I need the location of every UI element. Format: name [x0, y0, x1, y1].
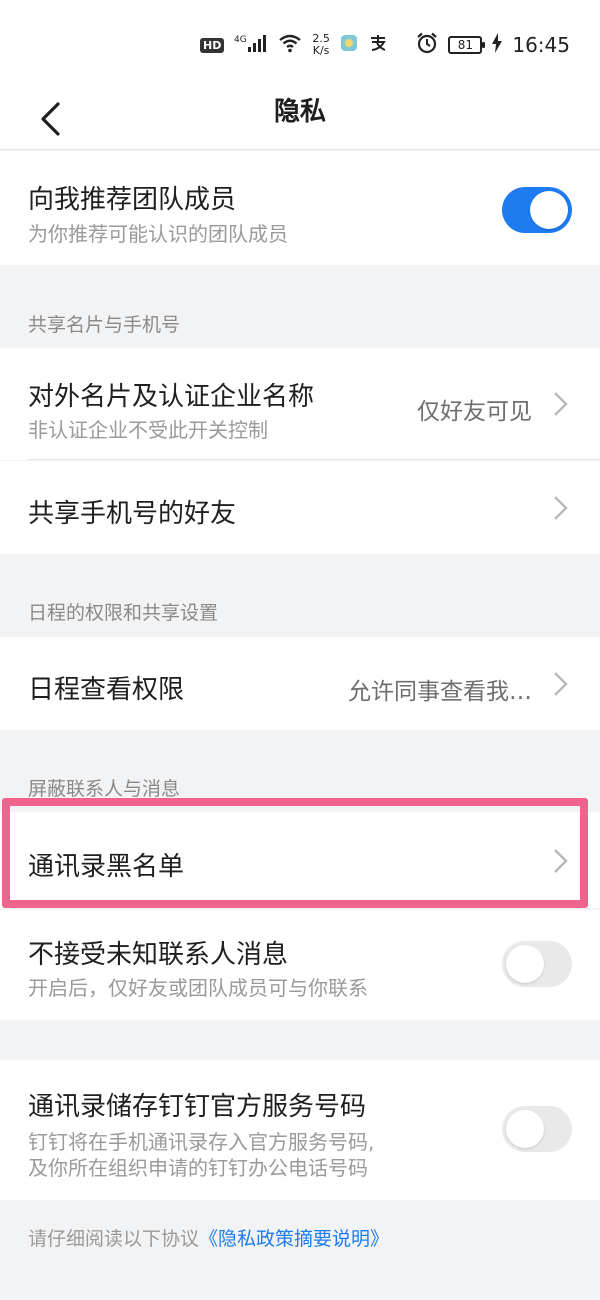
network-speed-unit: K/s [312, 44, 330, 57]
setting-subtitle: 非认证企业不受此开关控制 [28, 418, 268, 442]
back-button[interactable] [30, 96, 70, 142]
setting-external-card[interactable]: 对外名片及认证企业名称 非认证企业不受此开关控制 仅好友可见 [0, 348, 600, 460]
setting-reject-unknown-contacts: 不接受未知联系人消息 开启后，仅好友或团队成员可与你联系 [0, 910, 600, 1020]
section-header-calendar: 日程的权限和共享设置 [28, 602, 219, 624]
recommend-members-toggle[interactable] [502, 187, 572, 233]
chevron-right-icon [554, 672, 568, 696]
hd-icon: HD [200, 37, 225, 53]
network-speed: 2.5 K/s [312, 33, 330, 57]
setting-title: 日程查看权限 [28, 675, 185, 705]
setting-subtitle-line2: 及你所在组织申请的钉钉办公电话号码 [28, 1156, 368, 1180]
status-right: 81 16:45 [416, 28, 570, 62]
chevron-right-icon [554, 496, 568, 520]
signal-label: 4G [234, 35, 247, 45]
setting-title: 向我推荐团队成员 [28, 185, 237, 215]
back-arrow-icon [41, 102, 60, 136]
setting-title: 共享手机号的好友 [28, 499, 237, 529]
privacy-policy-link[interactable]: 《隐私政策摘要说明》 [199, 1228, 389, 1250]
wifi-icon [278, 33, 302, 57]
battery-indicator: 81 [448, 36, 486, 54]
setting-subtitle: 开启后，仅好友或团队成员可与你联系 [28, 976, 368, 1000]
toggle-knob [530, 191, 568, 229]
setting-calendar-permission[interactable]: 日程查看权限 允许同事查看我… [0, 637, 600, 730]
alarm-icon [416, 32, 438, 59]
toggle-knob [506, 945, 544, 983]
toggle-knob [506, 1110, 544, 1148]
setting-contact-blacklist[interactable]: 通讯录黑名单 [0, 812, 600, 908]
status-bar: HD 4G 2.5 K/s 81 16:45 [0, 0, 600, 90]
chevron-right-icon [554, 849, 568, 873]
row-divider [28, 459, 600, 460]
setting-title: 通讯录储存钉钉官方服务号码 [28, 1092, 367, 1122]
setting-subtitle-line1: 钉钉将在手机通讯录存入官方服务号码, [28, 1130, 375, 1154]
footer-text: 请仔细阅读以下协议 [28, 1228, 200, 1250]
store-official-numbers-toggle[interactable] [502, 1106, 572, 1152]
page-title: 隐私 [273, 97, 326, 127]
setting-value: 仅好友可见 [417, 399, 532, 425]
setting-title: 对外名片及认证企业名称 [28, 382, 315, 412]
setting-store-official-numbers: 通讯录储存钉钉官方服务号码 钉钉将在手机通讯录存入官方服务号码, 及你所在组织申… [0, 1060, 600, 1200]
navigation-bar: 隐私 [0, 90, 600, 150]
setting-title: 通讯录黑名单 [28, 852, 185, 882]
section-header-share: 共享名片与手机号 [28, 314, 181, 336]
setting-recommend-members: 向我推荐团队成员 为你推荐可能认识的团队成员 [0, 151, 600, 265]
reject-unknown-toggle[interactable] [502, 941, 572, 987]
section-header-block: 屏蔽联系人与消息 [28, 778, 181, 800]
setting-subtitle: 为你推荐可能认识的团队成员 [28, 222, 288, 246]
charging-icon [492, 32, 503, 58]
setting-title: 不接受未知联系人消息 [28, 940, 289, 970]
alipay-icon [368, 34, 388, 56]
setting-value: 允许同事查看我… [348, 679, 532, 705]
clock-time: 16:45 [512, 33, 570, 57]
app-notification-icon [340, 34, 358, 56]
status-icons: HD 4G 2.5 K/s [200, 30, 388, 60]
footer-agreement: 请仔细阅读以下协议《隐私政策摘要说明》 [28, 1224, 389, 1251]
signal-icon: 4G [234, 33, 268, 57]
chevron-right-icon [554, 392, 568, 416]
setting-shared-phone-friends[interactable]: 共享手机号的好友 [0, 461, 600, 554]
